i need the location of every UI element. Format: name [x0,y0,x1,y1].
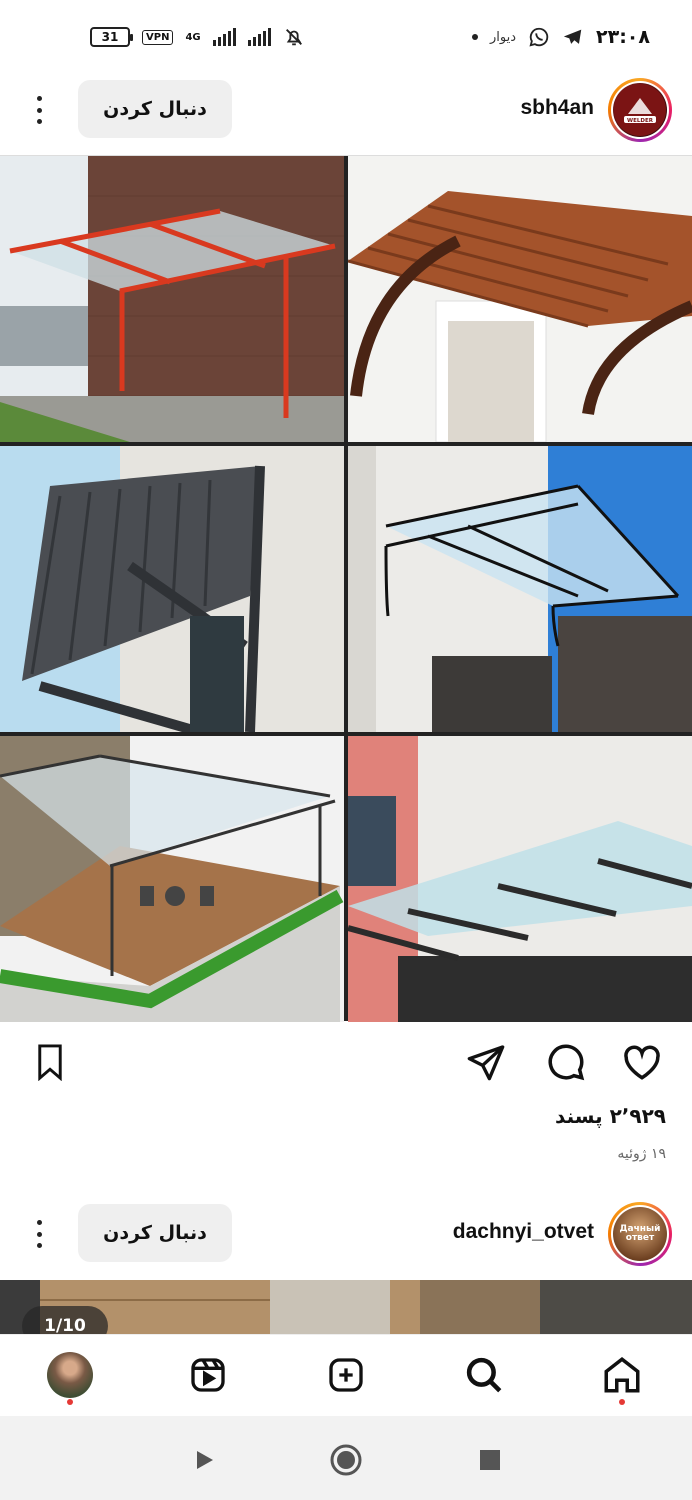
photo-red-canopy [0,156,344,442]
whatsapp-icon [529,27,549,47]
more-options-icon[interactable] [28,92,50,128]
post-header-2: دنبال کردن dachnyi_otvet Дачный ответ [0,1196,692,1274]
status-left: 31 VPN 4G [90,26,305,48]
post-username-2[interactable]: dachnyi_otvet [453,1220,594,1244]
like-count[interactable]: ۲٬۹۲۹ پسند [555,1104,666,1128]
svg-text:WELDER: WELDER [627,118,654,124]
recents-square-icon[interactable] [472,1442,508,1478]
status-bar: 31 VPN 4G دیوار ۲۳:۰۸ [0,0,692,80]
user-avatar[interactable]: WELDER [608,78,672,142]
post-image-collage[interactable] [0,155,692,1022]
back-triangle-icon[interactable] [186,1442,222,1478]
bookmark-icon[interactable] [28,1040,72,1084]
home-circle-icon[interactable] [328,1442,364,1478]
bottom-navigation [0,1334,692,1416]
send-icon[interactable] [464,1040,508,1084]
status-time: ۲۳:۰۸ [596,26,650,48]
photo-glass-frame-canopy [348,446,692,732]
post-username[interactable]: sbh4an [520,96,594,120]
search-icon[interactable] [458,1349,510,1401]
network-type: 4G [185,31,201,43]
profile-notification-dot [67,1399,73,1405]
avatar-logo: WELDER [613,83,667,137]
muted-bell-icon [285,29,302,46]
home-icon[interactable] [596,1349,648,1405]
follow-button-2[interactable]: دنبال کردن [78,1204,232,1262]
follow-button[interactable]: دنبال کردن [78,80,232,138]
reels-icon[interactable] [182,1349,234,1401]
post-date: ۱۹ ژوئیه [617,1146,666,1162]
user-avatar-2[interactable]: Дачный ответ [608,1202,672,1266]
photo-dark-awning [0,446,344,732]
battery-level: 31 [101,30,119,44]
post-actions [0,1030,692,1096]
signal-icon-2 [247,28,271,46]
photo-wood-canopy [348,156,692,442]
vpn-badge: VPN [142,29,174,45]
profile-avatar [47,1352,93,1398]
signal-icon [212,28,236,46]
comment-icon[interactable] [544,1040,588,1084]
avatar-logo-2: Дачный ответ [613,1207,667,1261]
home-notification-dot [619,1399,625,1405]
notification-dot [471,34,478,40]
more-options-icon-2[interactable] [28,1216,50,1252]
telegram-icon [563,29,582,44]
photo-patio-pergola [0,736,344,1022]
system-navigation [0,1416,692,1500]
heart-icon[interactable] [620,1040,664,1084]
battery-icon: 31 [90,27,133,47]
status-right: دیوار ۲۳:۰۸ [471,26,650,48]
nav-profile[interactable] [44,1349,96,1405]
photo-glass-canopy [348,736,692,1022]
post-header: دنبال کردن sbh4an WELDER [0,72,692,150]
plus-square-icon[interactable] [320,1349,372,1401]
status-app-label: دیوار [489,29,516,45]
